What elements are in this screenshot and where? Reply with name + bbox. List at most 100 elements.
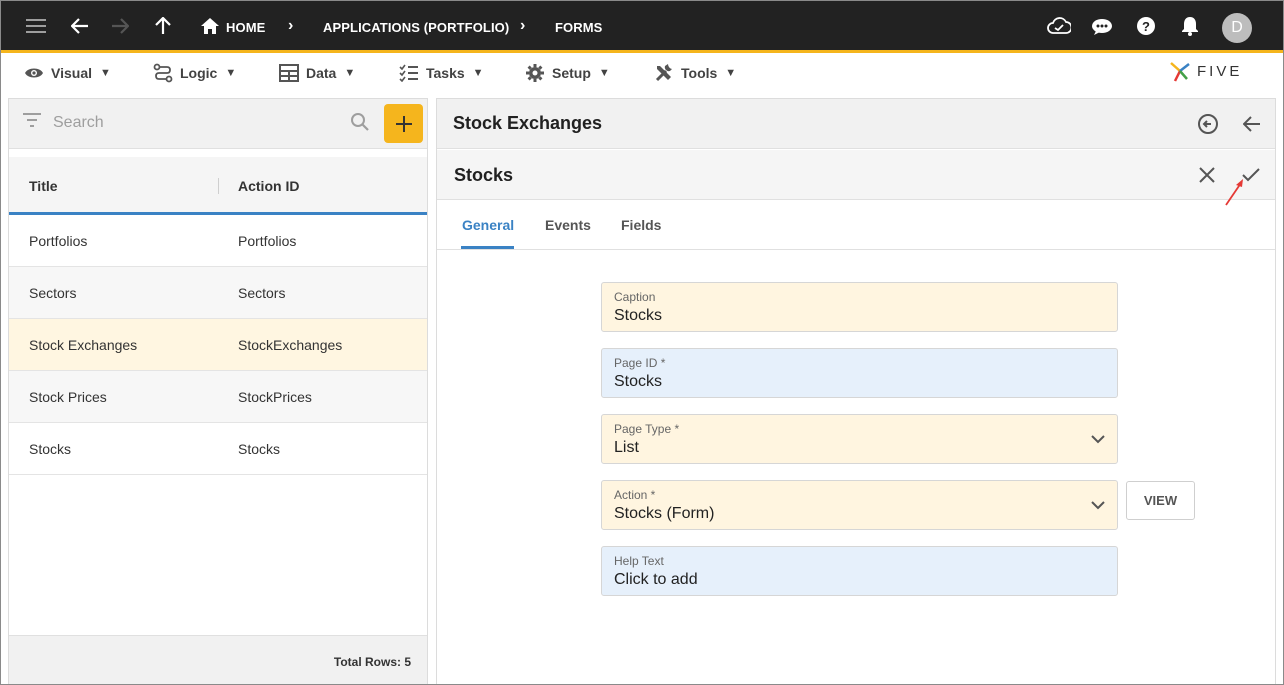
list-footer: Total Rows: 5 [9, 635, 427, 684]
menu-tools-label: Tools [681, 65, 718, 81]
grid-header: Title Action ID [9, 157, 427, 215]
cell-title: Stocks [29, 441, 72, 457]
caret-down-icon: ▼ [344, 67, 356, 79]
tab-general[interactable]: General [462, 217, 514, 233]
back-arrow-icon[interactable] [66, 12, 94, 40]
cell-action-id: Stocks [238, 441, 281, 457]
page-id-field[interactable]: Page ID * Stocks [601, 348, 1118, 398]
top-bar: HOME › APPLICATIONS (PORTFOLIO) › FORMS … [1, 1, 1283, 53]
add-button[interactable] [384, 104, 423, 143]
tab-bar: General Events Fields [437, 200, 1275, 250]
home-icon[interactable] [196, 12, 224, 40]
caret-down-icon: ▼ [100, 67, 111, 79]
eye-icon [23, 62, 45, 84]
breadcrumb-forms[interactable]: FORMS [555, 20, 602, 35]
filter-icon[interactable] [23, 113, 41, 132]
hamburger-menu-icon[interactable] [22, 12, 50, 40]
close-icon[interactable] [1195, 163, 1219, 187]
menu-setup-label: Setup [552, 65, 591, 81]
search-bar: Search [9, 99, 427, 149]
page-type-label: Page Type * [614, 422, 680, 436]
table-row[interactable]: Portfolios Portfolios [9, 215, 427, 267]
chevron-down-icon[interactable] [1091, 431, 1105, 449]
page-title: Stock Exchanges [453, 113, 603, 133]
table-row[interactable]: Stocks Stocks [9, 423, 427, 475]
chat-bot-icon[interactable] [1088, 12, 1116, 40]
menu-setup[interactable]: Setup ▼ [524, 62, 610, 84]
active-tab-indicator [461, 246, 514, 249]
menu-tools[interactable]: Tools ▼ [653, 62, 736, 84]
cell-action-id: Sectors [238, 285, 286, 301]
tab-fields[interactable]: Fields [621, 217, 661, 233]
menu-bar: Visual ▼ Logic ▼ Data ▼ Tasks ▼ Setup ▼ … [1, 53, 1283, 93]
breadcrumb-separator: › [520, 17, 526, 34]
menu-tasks[interactable]: Tasks ▼ [398, 62, 484, 84]
cloud-check-icon[interactable] [1045, 12, 1073, 40]
page-type-select[interactable]: Page Type * List [601, 414, 1118, 464]
cell-title: Sectors [29, 285, 77, 301]
menu-tasks-label: Tasks [426, 65, 465, 81]
help-text-label: Help Text [614, 554, 664, 568]
caption-value[interactable]: Stocks [614, 307, 662, 325]
notifications-bell-icon[interactable] [1176, 12, 1204, 40]
view-button[interactable]: VIEW [1126, 481, 1195, 520]
help-text-value[interactable]: Click to add [614, 571, 698, 589]
forward-arrow-icon[interactable] [106, 12, 134, 40]
detail-header: Stock Exchanges [437, 99, 1275, 149]
cell-action-id: StockPrices [238, 389, 312, 405]
table-row[interactable]: Stock Prices StockPrices [9, 371, 427, 423]
cell-title: Portfolios [29, 233, 88, 249]
help-text-field[interactable]: Help Text Click to add [601, 546, 1118, 596]
caret-down-icon: ▼ [225, 67, 237, 79]
tasks-icon [398, 62, 420, 84]
tab-events[interactable]: Events [545, 217, 591, 233]
gear-icon [524, 62, 546, 84]
breadcrumb-applications[interactable]: APPLICATIONS (PORTFOLIO) [323, 20, 509, 35]
caption-field[interactable]: Caption Stocks [601, 282, 1118, 332]
table-icon [278, 62, 300, 84]
caret-down-icon: ▼ [598, 67, 610, 79]
help-icon[interactable]: ? [1132, 12, 1160, 40]
page-id-value[interactable]: Stocks [614, 373, 662, 391]
column-divider[interactable] [218, 178, 219, 194]
record-title: Stocks [454, 165, 514, 185]
menu-visual-label: Visual [51, 65, 92, 81]
cell-action-id: StockExchanges [238, 337, 343, 353]
menu-logic[interactable]: Logic ▼ [152, 62, 236, 84]
detail-panel: Stock Exchanges Stocks General Events Fi… [436, 98, 1276, 684]
annotation-arrow-icon [1225, 179, 1243, 206]
breadcrumb-separator: › [288, 17, 294, 34]
up-arrow-icon[interactable] [149, 12, 177, 40]
record-header: Stocks [437, 150, 1275, 200]
action-select[interactable]: Action * Stocks (Form) [601, 480, 1118, 530]
column-header-action-id[interactable]: Action ID [238, 178, 299, 194]
breadcrumb-home[interactable]: HOME [226, 20, 265, 35]
history-back-icon[interactable] [1196, 112, 1220, 136]
tools-icon [653, 62, 675, 84]
caption-label: Caption [614, 290, 656, 304]
cell-title: Stock Prices [29, 389, 107, 405]
app-window: HOME › APPLICATIONS (PORTFOLIO) › FORMS … [0, 0, 1284, 685]
menu-data[interactable]: Data ▼ [278, 62, 355, 84]
svg-text:?: ? [1142, 19, 1150, 34]
caret-down-icon: ▼ [472, 67, 484, 79]
page-id-label: Page ID * [614, 356, 666, 370]
menu-logic-label: Logic [180, 65, 218, 81]
caret-down-icon: ▼ [725, 67, 737, 79]
action-label: Action * [614, 488, 656, 502]
cell-title: Stock Exchanges [29, 337, 138, 353]
search-input[interactable]: Search [53, 114, 104, 132]
user-avatar[interactable]: D [1222, 13, 1252, 43]
menu-visual[interactable]: Visual ▼ [23, 62, 111, 84]
action-value[interactable]: Stocks (Form) [614, 505, 714, 523]
cell-action-id: Portfolios [238, 233, 297, 249]
column-header-title[interactable]: Title [29, 178, 58, 194]
search-icon[interactable] [350, 112, 370, 137]
chevron-down-icon[interactable] [1091, 497, 1105, 515]
page-type-value[interactable]: List [614, 439, 639, 457]
table-row[interactable]: Sectors Sectors [9, 267, 427, 319]
total-rows-count: Total Rows: 5 [333, 655, 411, 669]
table-row-selected[interactable]: Stock Exchanges StockExchanges [9, 319, 427, 371]
back-arrow-icon[interactable] [1240, 112, 1264, 136]
menu-data-label: Data [306, 65, 337, 81]
